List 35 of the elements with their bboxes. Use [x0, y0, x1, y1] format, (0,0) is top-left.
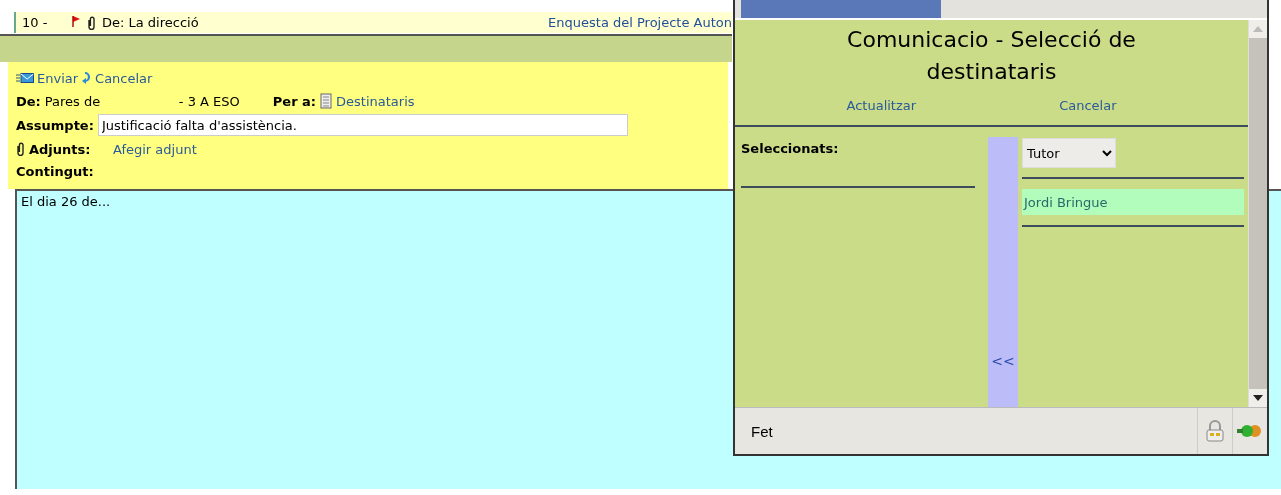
connection-icon: [1237, 424, 1263, 438]
from-value: Pares de: [44, 93, 102, 109]
undo-arrow-icon: [82, 71, 93, 85]
recipients-link[interactable]: Destinataris: [336, 93, 415, 109]
padlock-icon: [1205, 420, 1225, 442]
popup-title: Comunicacio - Selecció de destinataris: [846, 26, 1137, 86]
recipient-item[interactable]: Jordi Bringue: [1022, 189, 1244, 215]
scrollbar[interactable]: [1248, 20, 1267, 407]
sender-text: De: La direcció: [102, 15, 199, 30]
subject-link[interactable]: Enquesta del Projecte Auton: [548, 15, 732, 30]
envelope-icon: [16, 73, 34, 83]
role-dropdown[interactable]: Tutor: [1022, 138, 1116, 168]
subject-field[interactable]: Justificació falta d'assistència.: [97, 114, 628, 136]
paperclip-icon: [16, 142, 25, 156]
group-value: - 3 A ESO: [178, 93, 241, 109]
address-book-icon: [320, 93, 333, 109]
move-left-button[interactable]: <<: [988, 137, 1018, 407]
to-label: Per a:: [272, 93, 317, 109]
selected-label: Seleccionats:: [741, 137, 975, 188]
attachments-label: Adjunts:: [29, 141, 92, 157]
cancel-button[interactable]: Cancelar: [82, 70, 153, 86]
paperclip-icon: [87, 15, 96, 30]
send-button[interactable]: Enviar: [16, 70, 79, 86]
content-label: Contingut:: [16, 163, 94, 179]
subject-label: Assumpte:: [16, 117, 94, 133]
content-text: El dia 26 de...: [21, 194, 111, 209]
status-text: Fet: [750, 422, 774, 440]
flag-icon: [72, 15, 81, 27]
add-attachment-link[interactable]: Afegir adjunt: [113, 141, 197, 157]
from-label: De:: [16, 93, 41, 109]
scroll-up-icon[interactable]: [1253, 26, 1263, 32]
popup-action-link[interactable]: Cancelar: [1059, 98, 1117, 113]
scroll-down-icon[interactable]: [1253, 395, 1263, 401]
popup-action-link[interactable]: Actualitzar: [846, 98, 917, 113]
row-number: 10 -: [22, 15, 49, 30]
